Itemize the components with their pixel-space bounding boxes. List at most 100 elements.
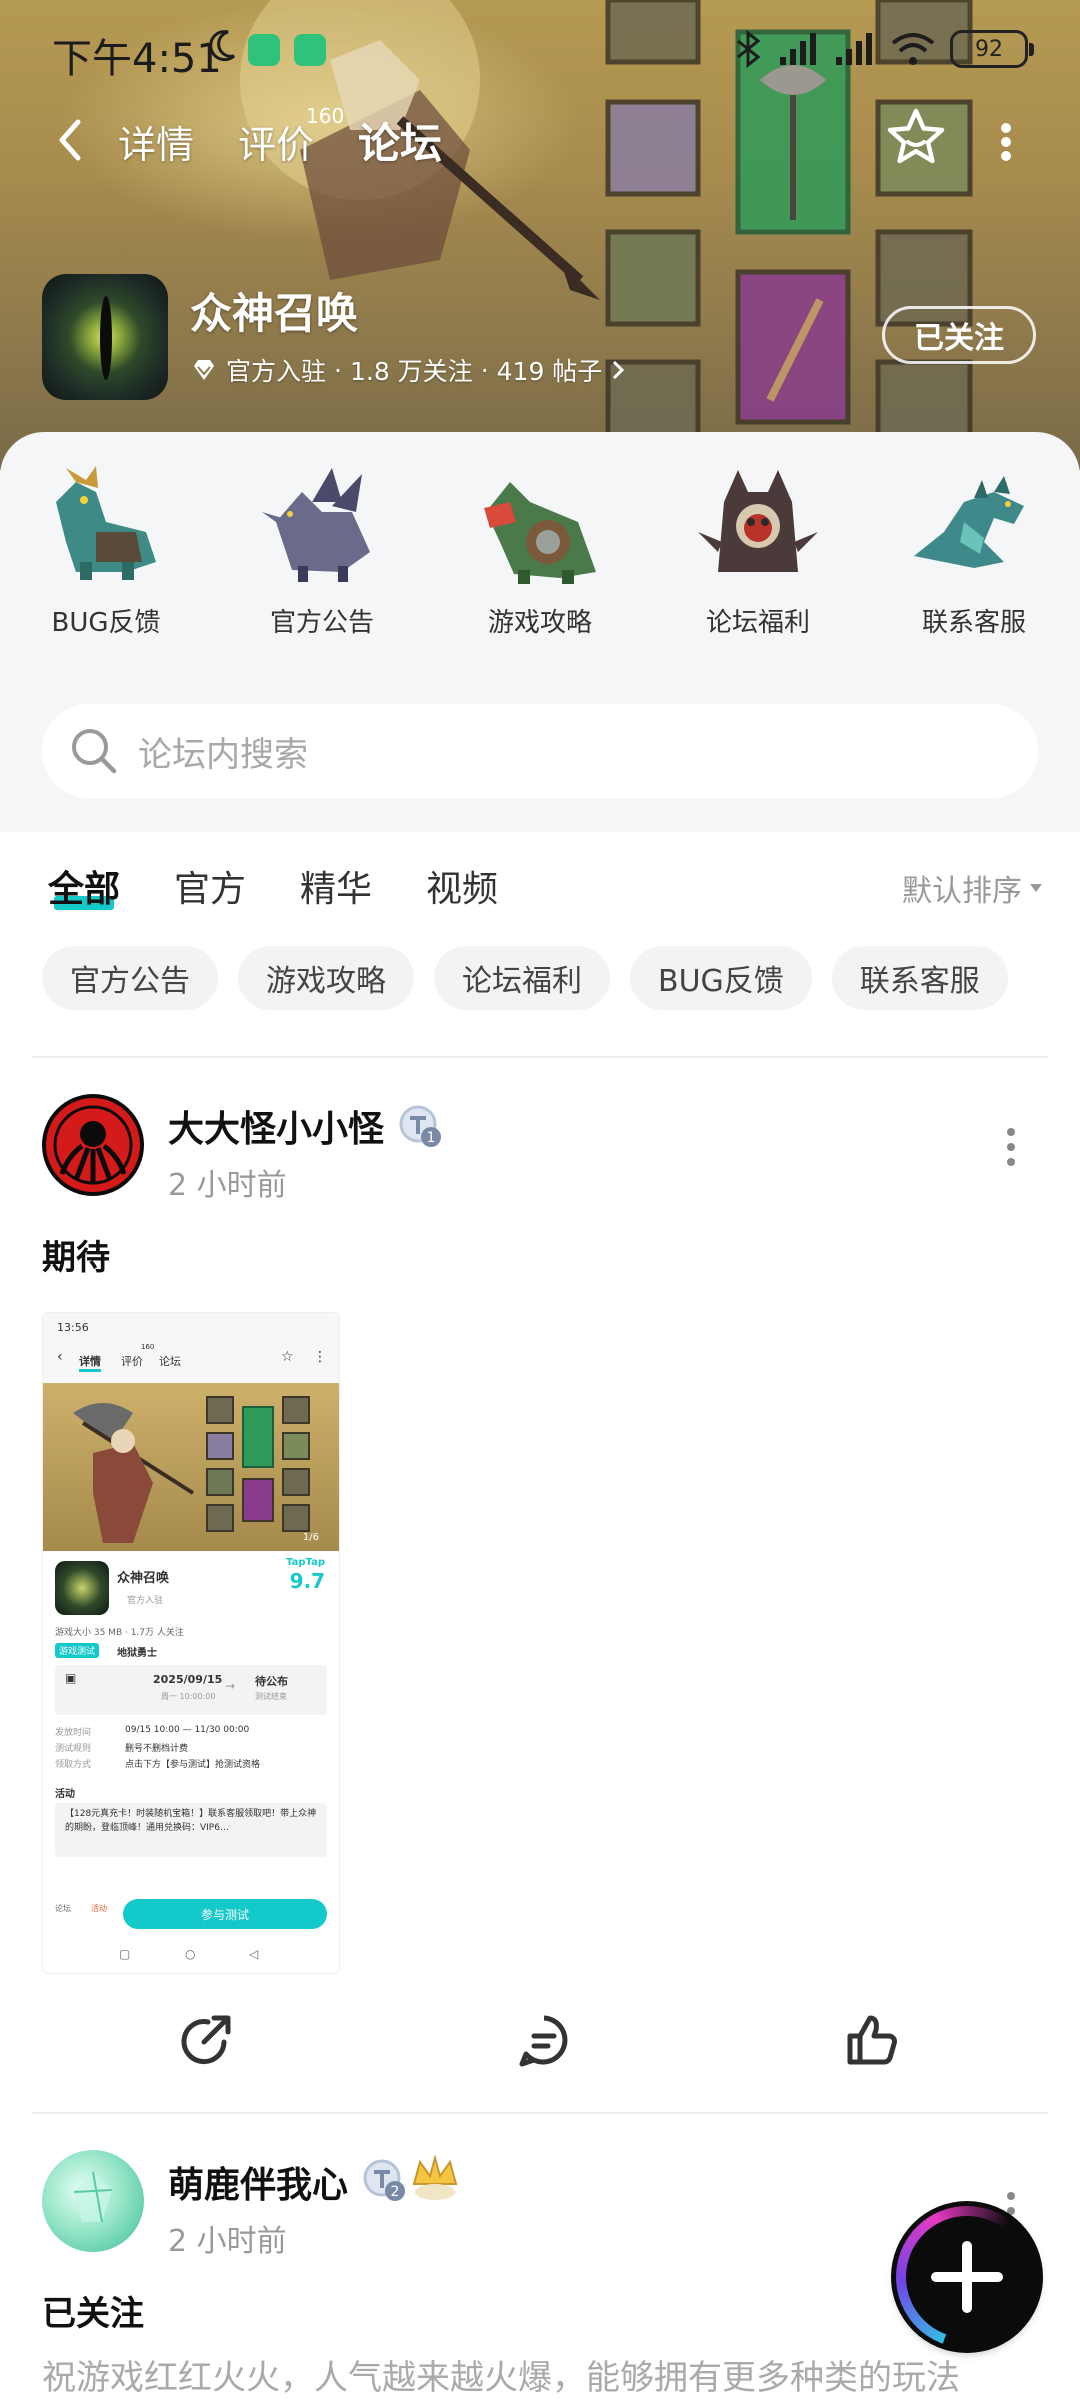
avatar[interactable] — [42, 1094, 144, 1196]
feed-tab-all[interactable]: 全部 — [48, 860, 120, 912]
mini-nav-square-icon: ▢ — [119, 1947, 131, 1961]
mini-row-value: 09/15 10:00 — 11/30 00:00 — [125, 1725, 250, 1735]
post-actions — [0, 2002, 1080, 2082]
level-number: 1 — [427, 1130, 436, 1146]
category-label: 官方公告 — [269, 608, 374, 638]
chip-announcements[interactable]: 官方公告 — [42, 946, 218, 1010]
mini-forum-label: 论坛 — [55, 1904, 71, 1913]
mini-date-start: 2025/09/15 — [153, 1673, 223, 1686]
like-icon[interactable] — [844, 2012, 900, 2068]
follower-count: 1.8 万关注 — [349, 357, 473, 386]
mini-row-value: 删号不删档计费 — [125, 1744, 189, 1754]
avatar[interactable] — [42, 2150, 144, 2252]
mini-back-icon: ‹ — [57, 1349, 63, 1365]
mini-header: 13:56 ‹ 详情 评价 160 论坛 ☆ ⋮ — [43, 1313, 339, 1383]
mini-tab: 论坛 — [159, 1355, 181, 1368]
category-row: BUG反馈 官方公告 游戏攻略 论坛福利 联系客服 — [0, 462, 1080, 642]
mini-official: 官方入驻 — [127, 1596, 164, 1606]
share-icon[interactable] — [178, 2012, 234, 2068]
chip-guides[interactable]: 游戏攻略 — [238, 946, 414, 1010]
category-label: 联系客服 — [921, 608, 1026, 638]
mini-banner: 1/6 — [43, 1383, 339, 1551]
chip-bug-feedback[interactable]: BUG反馈 — [630, 946, 812, 1010]
game-info: 众神召唤 官方入驻 · 1.8 万关注 · 419 帖子 已关注 — [0, 270, 1080, 410]
status-bar: 下午4:51 92 — [0, 0, 1080, 100]
mini-row-label: 领取方式 — [55, 1760, 92, 1770]
category-label: 游戏攻略 — [487, 608, 592, 638]
star-icon[interactable] — [884, 106, 948, 170]
mini-activity-card: 【128元真充卡！时装随机宝箱！】联系客服领取吧！带上众神的期盼，登临顶峰！通用… — [55, 1803, 327, 1857]
diamond-icon — [194, 360, 214, 380]
post-body: 祝游戏红红火火，人气越来越火爆，能够拥有更多种类的玩法 — [42, 2358, 960, 2398]
feed-tab-video[interactable]: 视频 — [426, 860, 498, 912]
mini-row-label: 发放时间 — [55, 1728, 92, 1738]
category-bug-feedback[interactable]: BUG反馈 — [16, 462, 196, 642]
tab-details[interactable]: 详情 — [118, 114, 194, 169]
moon-icon — [209, 30, 236, 62]
mini-badge: 160 — [141, 1343, 155, 1351]
mini-nav-home-icon: ○ — [185, 1947, 196, 1961]
more-vertical-icon[interactable] — [996, 120, 1016, 164]
post-author[interactable]: 萌鹿伴我心 — [168, 2156, 348, 2208]
back-arrow-icon[interactable] — [48, 116, 96, 164]
dragon-icon — [914, 476, 1024, 568]
chip-benefits[interactable]: 论坛福利 — [434, 946, 610, 1010]
signal-icon — [780, 33, 816, 65]
dragon-icon — [262, 468, 370, 582]
mini-stats: 游戏大小 35 MB · 1.7万 人关注 — [55, 1628, 184, 1638]
level-badge-icon: 1 — [399, 1105, 441, 1147]
mini-join-button: 参与测试 — [123, 1899, 327, 1929]
forum-panel: BUG反馈 官方公告 游戏攻略 论坛福利 联系客服 论坛内搜索 — [0, 432, 1080, 832]
reviews-count-badge: 160 — [306, 104, 345, 128]
mini-banner-art — [73, 1396, 310, 1543]
game-icon[interactable] — [42, 274, 168, 400]
mini-arrow-icon: → — [225, 1679, 236, 1693]
category-announcements[interactable]: 官方公告 — [232, 462, 412, 642]
post-time: 2 小时前 — [168, 1168, 287, 1203]
post-author[interactable]: 大大怪小小怪 — [168, 1100, 384, 1152]
sort-label: 默认排序 — [902, 874, 1022, 909]
post-image[interactable]: 13:56 ‹ 详情 评价 160 论坛 ☆ ⋮ 1/6 众神召唤 官方入驻 T… — [42, 1312, 340, 1974]
category-guides[interactable]: 游戏攻略 — [450, 462, 630, 642]
plus-icon — [931, 2241, 1003, 2313]
signal-2-icon — [836, 33, 872, 65]
mini-activity-text: 【128元真充卡！时装随机宝箱！】联系客服领取吧！带上众神的期盼，登临顶峰！通用… — [65, 1809, 317, 1833]
mini-score-label: TapTap — [286, 1557, 325, 1568]
divider — [32, 2112, 1048, 2114]
filter-chips: 官方公告 游戏攻略 论坛福利 BUG反馈 联系客服 — [42, 946, 1008, 1010]
search-placeholder: 论坛内搜索 — [138, 734, 308, 775]
chevron-right-icon — [613, 360, 625, 380]
forum-search-bar[interactable]: 论坛内搜索 — [42, 704, 1038, 798]
meta-dot: · — [480, 355, 489, 385]
category-benefits[interactable]: 论坛福利 — [668, 462, 848, 642]
category-support[interactable]: 联系客服 — [884, 462, 1064, 642]
divider — [32, 1056, 1048, 1058]
mini-page-indicator: 1/6 — [302, 1532, 319, 1543]
sort-dropdown[interactable]: 默认排序 — [902, 866, 1044, 910]
battery-indicator: 92 — [950, 30, 1034, 68]
comment-icon[interactable] — [516, 2012, 572, 2068]
more-vertical-icon[interactable] — [1004, 1126, 1018, 1168]
mini-star-icon: ☆ — [281, 1349, 294, 1365]
chip-support[interactable]: 联系客服 — [831, 946, 1008, 1010]
mini-date-start-sub: 周一 10:00:00 — [161, 1692, 216, 1701]
feed-tab-official[interactable]: 官方 — [174, 860, 246, 912]
game-banner: 下午4:51 92 详情 评价 160 论坛 众神召唤 官方入驻 · 1.8 万… — [0, 0, 1080, 470]
dragon-icon — [698, 470, 818, 572]
meta-dot: · — [334, 355, 342, 385]
tab-reviews[interactable]: 评价 — [238, 114, 314, 169]
status-icons: 92 — [734, 24, 1034, 74]
follow-button[interactable]: 已关注 — [882, 306, 1036, 364]
mini-score: 9.7 — [289, 1569, 325, 1593]
mini-tab: 评价 — [121, 1355, 143, 1368]
mini-tab: 详情 — [79, 1353, 101, 1372]
mini-test-name: 地狱勇士 — [117, 1648, 157, 1659]
create-post-button[interactable] — [896, 2206, 1038, 2348]
top-nav: 详情 评价 160 论坛 — [0, 100, 1080, 180]
post-content: 期待 — [42, 1238, 110, 1278]
hydra-avatar-icon — [46, 1098, 140, 1192]
tab-forum[interactable]: 论坛 — [358, 110, 442, 171]
wechat-icon — [248, 34, 280, 66]
feed-tab-featured[interactable]: 精华 — [300, 860, 372, 912]
game-meta[interactable]: 官方入驻 · 1.8 万关注 · 419 帖子 — [190, 352, 626, 388]
